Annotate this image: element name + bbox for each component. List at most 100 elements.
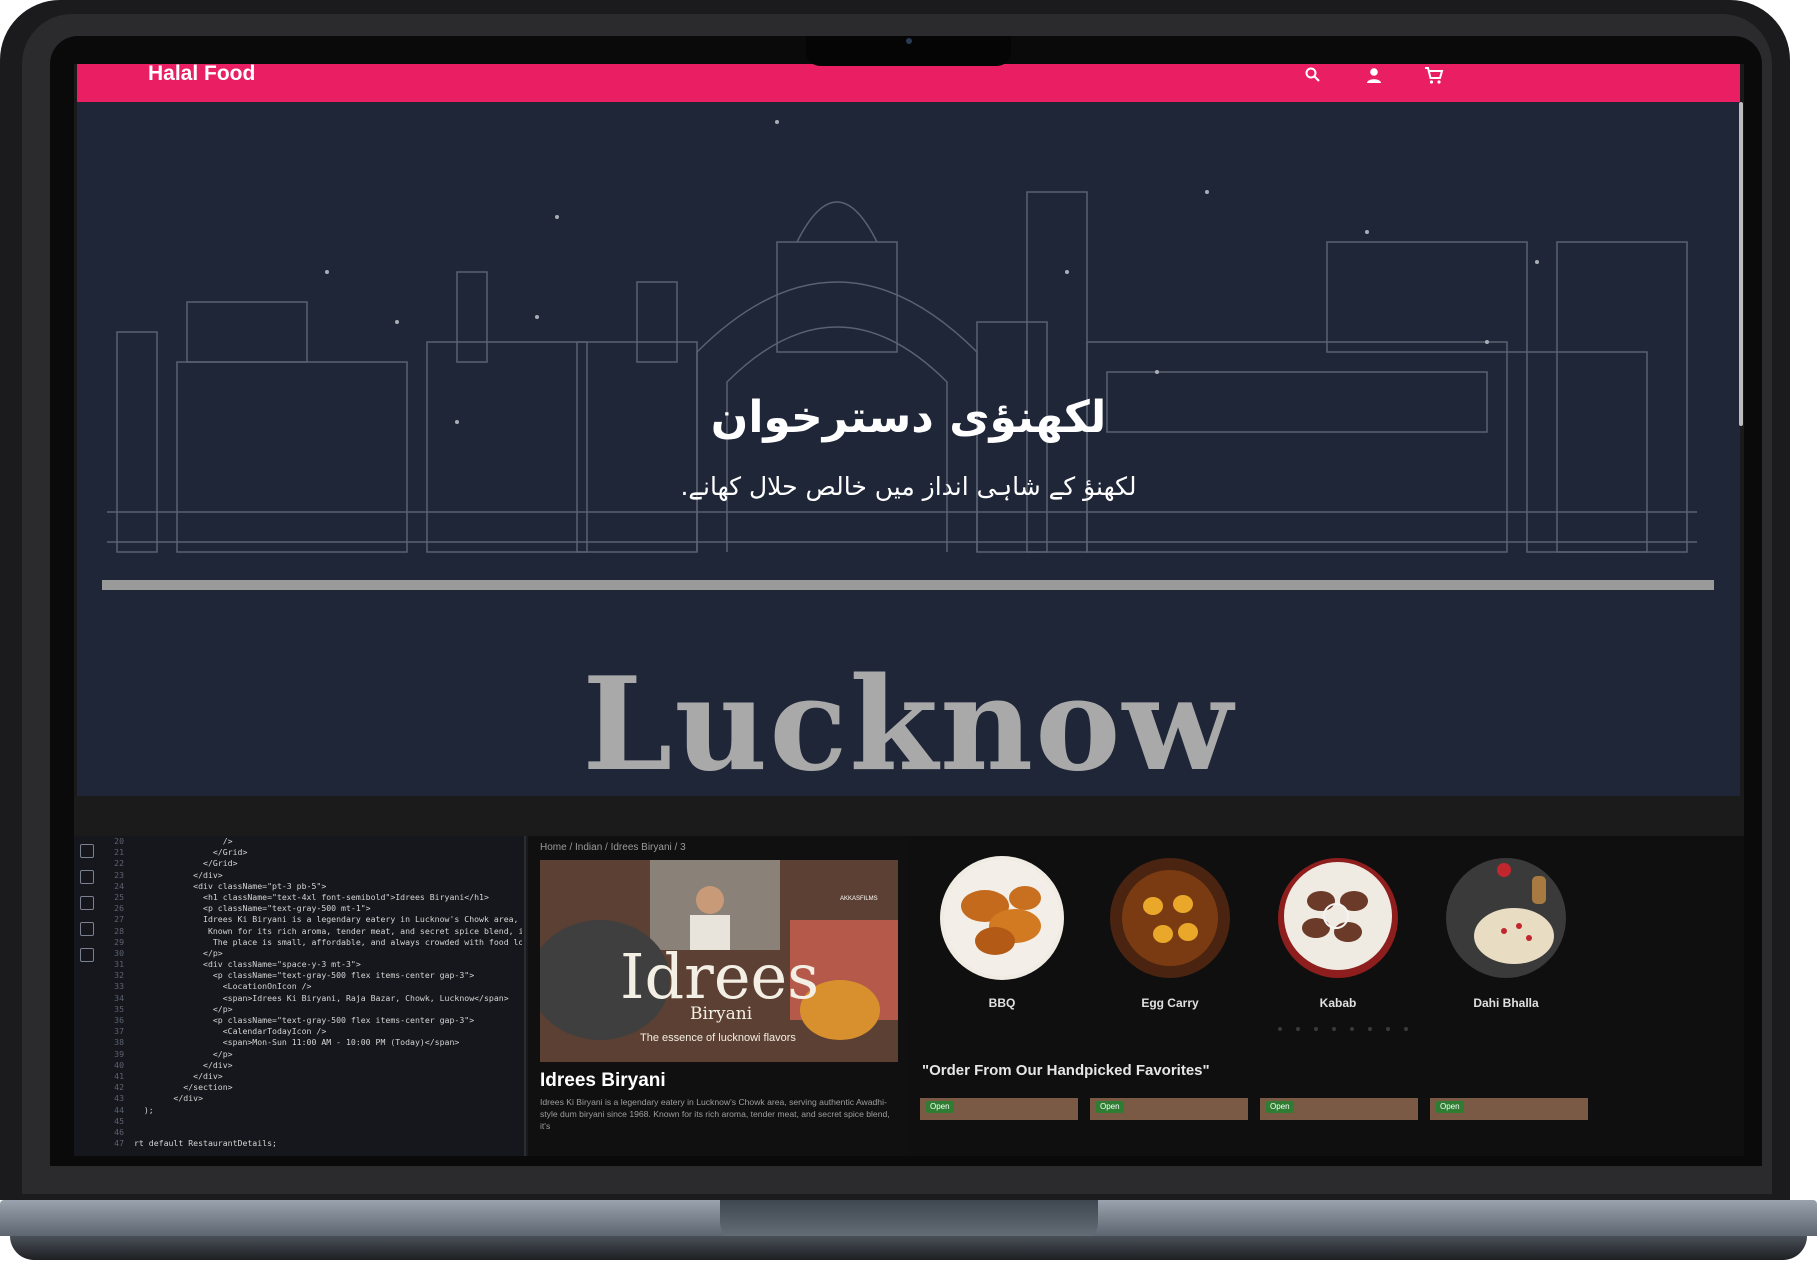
restaurant-description: Idrees Ki Biryani is a legendary eatery … xyxy=(540,1097,890,1131)
line-number: 35 xyxy=(114,1003,124,1014)
code-line[interactable]: 45 xyxy=(102,1116,522,1127)
code-line[interactable]: 36 <p className="text-gray-500 flex item… xyxy=(102,1015,522,1026)
run-debug-icon[interactable] xyxy=(80,870,94,884)
editor-activity-bar xyxy=(74,836,100,1156)
line-text: <p className="text-gray-500 flex items-c… xyxy=(134,1015,475,1025)
carousel-dot[interactable] xyxy=(1314,1027,1318,1031)
code-lines[interactable]: 20 /> 21 </Grid> 22 </Grid> 23 </div> 24 <di… xyxy=(102,836,522,1149)
line-text: </Grid> xyxy=(134,858,238,869)
code-line[interactable]: 38 <span>Mon-Sun 11:00 AM - 10:00 PM (To… xyxy=(102,1037,522,1048)
code-line[interactable]: 28 Known for its rich aroma, tender meat… xyxy=(102,926,522,937)
carousel-dot[interactable] xyxy=(1350,1027,1354,1031)
carousel-dot[interactable] xyxy=(1368,1027,1372,1031)
code-line[interactable]: 23 </div> xyxy=(102,870,522,881)
account-icon[interactable] xyxy=(1362,64,1386,88)
category-label: BBQ xyxy=(988,996,1016,1010)
code-line[interactable]: 37 <CalendarTodayIcon /> xyxy=(102,1026,522,1037)
line-text: </section> xyxy=(134,1082,233,1093)
category-egg-carry[interactable]: Egg Carry xyxy=(1100,856,1240,1010)
code-line[interactable]: 47 rt default RestaurantDetails; xyxy=(102,1138,522,1149)
code-line[interactable]: 27 Idrees Ki Biryani is a legendary eate… xyxy=(102,914,522,925)
code-line[interactable]: 24 <div className="pt-3 pb-5"> xyxy=(102,881,522,892)
divider-band xyxy=(74,796,1744,834)
code-line[interactable]: 29 The place is small, affordable, and a… xyxy=(102,937,522,948)
python-icon[interactable] xyxy=(80,922,94,936)
code-line[interactable]: 26 <p className="text-gray-500 mt-1"> xyxy=(102,903,522,914)
line-number: 45 xyxy=(114,1115,124,1126)
line-text: Idrees Ki Biryani is a legendary eatery … xyxy=(134,914,522,925)
code-line[interactable]: 41 </div> xyxy=(102,1071,522,1082)
line-number: 32 xyxy=(114,970,124,981)
code-line[interactable]: 42 </section> xyxy=(102,1082,522,1093)
category-dahi-bhalla[interactable]: Dahi Bhalla xyxy=(1436,856,1576,1010)
line-text: <div className="pt-3 pb-5"> xyxy=(134,880,327,891)
code-line[interactable]: 33 <LocationOnIcon /> xyxy=(102,981,522,992)
code-line[interactable]: 39 </p> xyxy=(102,1049,522,1060)
line-number: 43 xyxy=(114,1093,124,1104)
favorite-card[interactable]: Open xyxy=(1430,1098,1588,1120)
category-kabab[interactable]: Kabab xyxy=(1268,856,1408,1010)
category-image xyxy=(1108,856,1232,980)
cart-icon[interactable] xyxy=(1422,64,1446,88)
favorites-heading: "Order From Our Handpicked Favorites" xyxy=(922,1062,1210,1079)
hero-banner: لکھنؤی دسترخوان لکھنؤ کے شاہی انداز میں … xyxy=(77,102,1740,796)
page-scrollbar[interactable] xyxy=(1739,102,1743,426)
carousel-dot[interactable] xyxy=(1278,1027,1282,1031)
code-line[interactable]: 35 </p> xyxy=(102,1004,522,1015)
code-line[interactable]: 21 </Grid> xyxy=(102,847,522,858)
line-number: 37 xyxy=(114,1026,124,1037)
line-text: <p className="text-gray-500 mt-1"> xyxy=(134,903,371,914)
screen: Halal Food لکھنؤی دسترخوان لکھنؤ کے شاہی… xyxy=(74,64,1744,1156)
line-number: 23 xyxy=(114,869,124,880)
code-line[interactable]: 31 <div className="space-y-3 mt-3"> xyxy=(102,959,522,970)
favorite-card[interactable]: Open xyxy=(920,1098,1078,1120)
favorite-card[interactable]: Open xyxy=(1090,1098,1248,1120)
category-image xyxy=(1444,856,1568,980)
code-line[interactable]: 22 </Grid> xyxy=(102,858,522,869)
breadcrumb[interactable]: Home / Indian / Idrees Biryani / 3 xyxy=(540,842,686,853)
line-text: rt default RestaurantDetails; xyxy=(134,1138,277,1149)
search-icon[interactable] xyxy=(1301,64,1325,88)
code-line[interactable]: 43 </div> xyxy=(102,1093,522,1104)
open-status-badge: Open xyxy=(1096,1101,1124,1113)
extensions-icon[interactable] xyxy=(80,896,94,910)
category-bbq[interactable]: BBQ xyxy=(932,856,1072,1010)
code-line[interactable]: 25 <h1 className="text-4xl font-semibold… xyxy=(102,892,522,903)
open-status-badge: Open xyxy=(926,1101,954,1113)
line-number: 26 xyxy=(114,903,124,914)
carousel-dot[interactable] xyxy=(1296,1027,1300,1031)
line-number: 31 xyxy=(114,959,124,970)
restaurant-name: Idrees Biryani xyxy=(540,1070,666,1091)
hero-city-name: Lucknow xyxy=(582,650,1235,796)
line-number: 41 xyxy=(114,1070,124,1081)
line-number: 47 xyxy=(114,1138,124,1149)
code-line[interactable]: 44 ); xyxy=(102,1105,522,1116)
category-label: Kabab xyxy=(1319,996,1357,1010)
line-number: 44 xyxy=(114,1104,124,1115)
line-text: <span>Idrees Ki Biryani, Raja Bazar, Cho… xyxy=(134,992,509,1003)
code-line[interactable]: 30 </p> xyxy=(102,948,522,959)
carousel-dots[interactable] xyxy=(1278,1018,1422,1036)
line-number: 34 xyxy=(114,992,124,1003)
carousel-dot[interactable] xyxy=(1332,1027,1336,1031)
code-line[interactable]: 34 <span>Idrees Ki Biryani, Raja Bazar, … xyxy=(102,993,522,1004)
category-panel: BBQ Egg Carry Kabab Dahi Bhalla "Order F… xyxy=(908,836,1744,1156)
source-control-icon[interactable] xyxy=(80,844,94,858)
carousel-dot[interactable] xyxy=(1404,1027,1408,1031)
chat-icon[interactable] xyxy=(80,948,94,962)
carousel-dot[interactable] xyxy=(1386,1027,1390,1031)
code-line[interactable]: 32 <p className="text-gray-500 flex item… xyxy=(102,970,522,981)
cover-title: Idrees xyxy=(620,940,820,1013)
brand-logo[interactable]: Halal Food xyxy=(148,64,255,84)
code-line[interactable]: 46 xyxy=(102,1127,522,1138)
favorite-card[interactable]: Open xyxy=(1260,1098,1418,1120)
line-text: The place is small, affordable, and alwa… xyxy=(134,936,522,947)
hero-title: لکھنؤی دسترخوان xyxy=(710,392,1107,443)
code-line[interactable]: 40 </div> xyxy=(102,1060,522,1071)
line-number: 42 xyxy=(114,1082,124,1093)
open-status-badge: Open xyxy=(1266,1101,1294,1113)
bbq-food-image xyxy=(944,860,1060,976)
code-line[interactable]: 20 /> xyxy=(102,836,522,847)
line-text: </Grid> xyxy=(134,847,248,858)
hero-subtitle: لکھنؤ کے شاہی انداز میں خالص حلال کھانے. xyxy=(680,472,1137,501)
